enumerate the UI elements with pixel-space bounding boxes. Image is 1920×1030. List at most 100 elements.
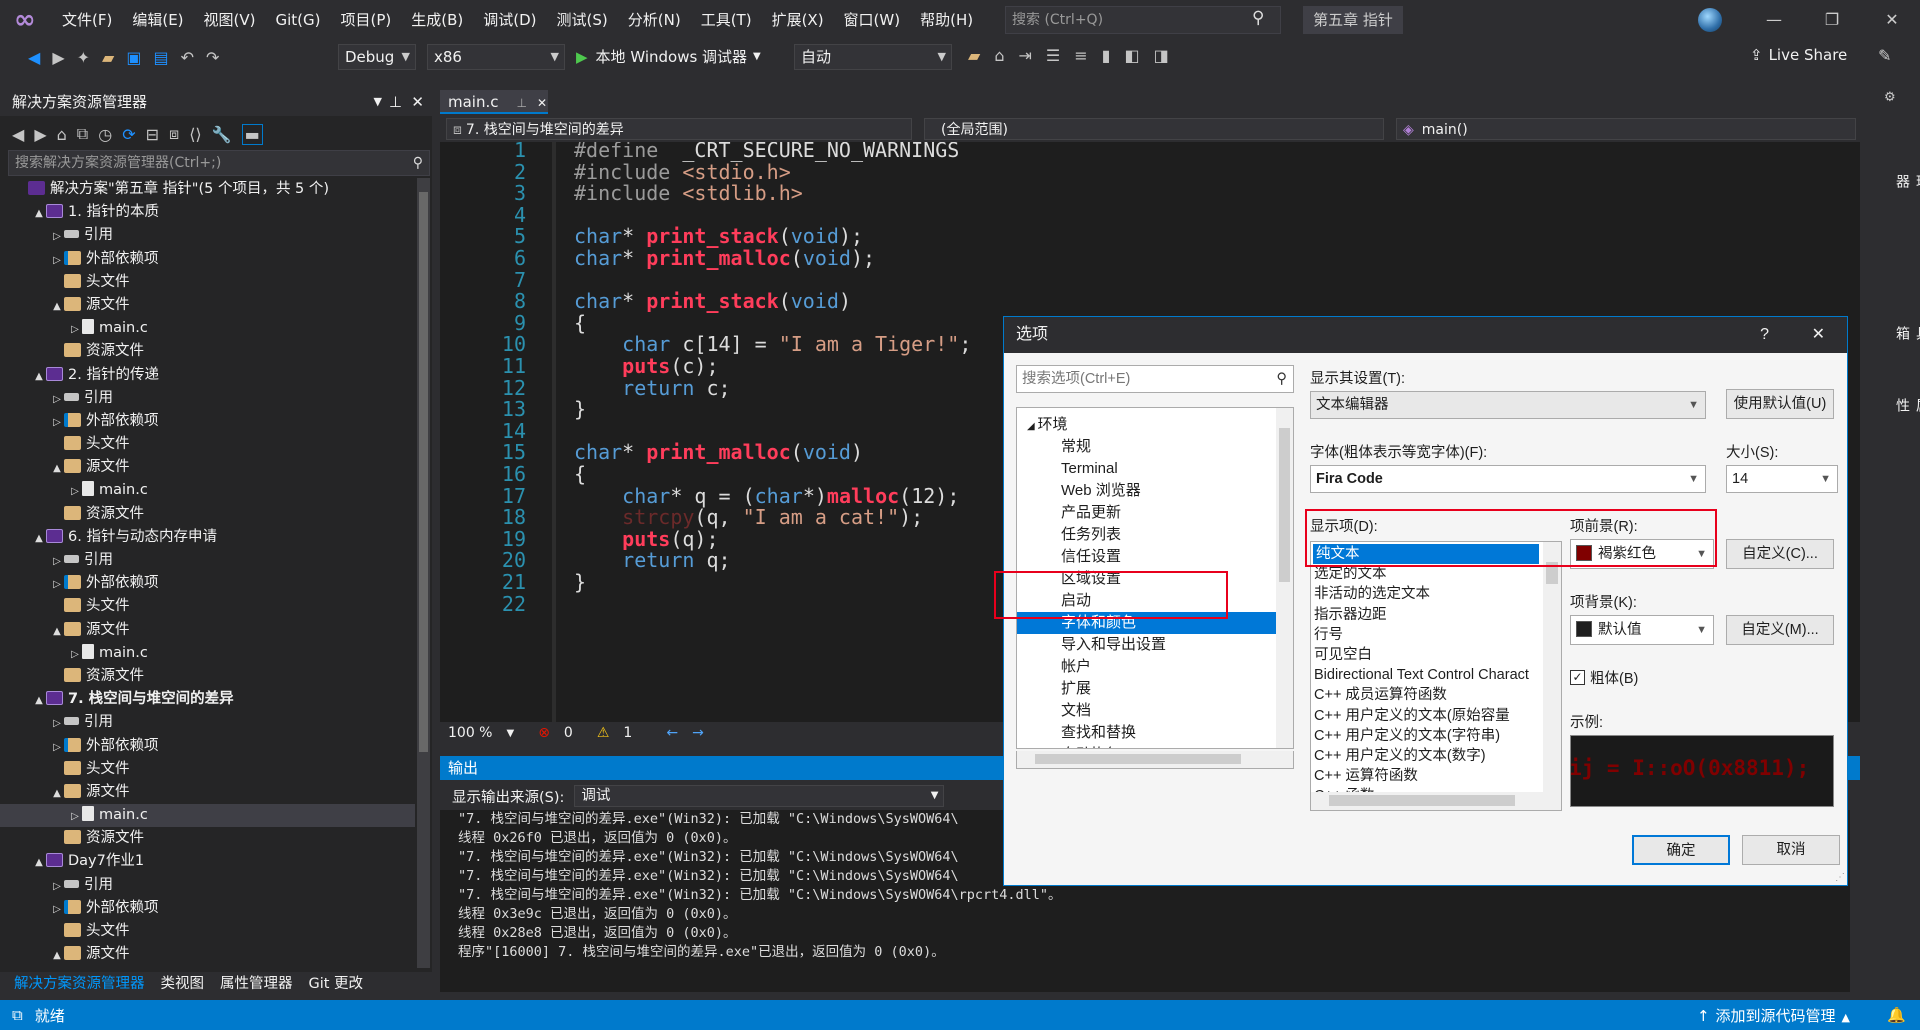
notifications-icon[interactable]: 🔔 [1887, 1006, 1906, 1024]
tree-item[interactable]: 头文件 [0, 920, 415, 943]
bottom-tab[interactable]: 属性管理器 [212, 972, 301, 996]
config-select[interactable]: Debug ▼ [338, 44, 416, 70]
display-item[interactable]: C++ 运算符函数 [1311, 766, 1561, 786]
tree-item[interactable]: ▲ 7. 栈空间与堆空间的差异 [0, 688, 415, 711]
expander-icon[interactable]: ▲ [50, 944, 64, 967]
menu-item[interactable]: 分析(N) [618, 0, 691, 38]
wrench-icon[interactable]: 🔧 [212, 125, 232, 144]
options-tree-item[interactable]: 自动恢复 [1017, 744, 1293, 748]
display-item[interactable]: C++ 用户定义的文本(数字) [1311, 746, 1561, 766]
expander-icon[interactable]: ▷ [68, 805, 82, 828]
options-tree-item[interactable]: 常规 [1017, 436, 1293, 458]
tree-item[interactable]: 解决方案"第五章 指针"(5 个项目，共 5 个) [0, 178, 415, 201]
expander-icon[interactable]: ▷ [68, 480, 82, 503]
tree-item[interactable]: ▲ 源文件 [0, 781, 415, 804]
menu-item[interactable]: 编辑(E) [122, 0, 193, 38]
options-tree-item[interactable]: 信任设置 [1017, 546, 1293, 568]
tree-item[interactable]: 资源文件 [0, 503, 415, 526]
expander-icon[interactable]: ▲ [32, 689, 46, 712]
options-tree-item[interactable]: 任务列表 [1017, 524, 1293, 546]
new-project-icon[interactable]: ✦ [77, 48, 90, 67]
options-search-input[interactable]: 搜索选项(Ctrl+E) ⚲ [1016, 365, 1294, 393]
solution-scrollbar[interactable] [417, 178, 430, 968]
comment-icon[interactable]: ≡ [1074, 46, 1087, 65]
history-icon[interactable]: ◷ [98, 125, 112, 144]
bold-checkbox[interactable]: ✓ 粗体(B) [1570, 667, 1638, 688]
prev-issue-icon[interactable]: ← [666, 725, 678, 741]
expander-icon[interactable]: ▷ [50, 550, 64, 573]
expander-icon[interactable]: ▷ [68, 643, 82, 666]
close-panel-icon[interactable]: ✕ [411, 88, 424, 116]
tree-item[interactable]: 资源文件 [0, 665, 415, 688]
menu-item[interactable]: 生成(B) [401, 0, 473, 38]
tree-item[interactable]: ▷ 引用 [0, 224, 415, 247]
expander-icon[interactable]: ▲ [32, 527, 46, 550]
ok-button[interactable]: 确定 [1632, 835, 1730, 865]
save-all-icon[interactable]: ▤ [153, 48, 168, 67]
expander-icon[interactable]: ▲ [32, 851, 46, 874]
redo-icon[interactable]: ↷ [206, 48, 219, 67]
open-icon[interactable]: ▰ [102, 48, 114, 67]
folder-icon[interactable]: ▰ [968, 46, 980, 65]
display-item[interactable]: 指示器边距 [1311, 605, 1561, 625]
menu-item[interactable]: Git(G) [266, 0, 331, 38]
options-tree-item[interactable]: 文档 [1017, 700, 1293, 722]
source-control-button[interactable]: ↑ 添加到源代码管理 ▲ [1697, 1005, 1850, 1026]
dialog-close-icon[interactable]: ✕ [1812, 317, 1825, 353]
preview-icon[interactable]: ▬ [241, 123, 263, 145]
show-settings-select[interactable]: 文本编辑器 ▼ [1310, 391, 1706, 419]
tree-item[interactable]: ▷ main.c [0, 642, 415, 665]
nav-project-select[interactable]: ⧈ 7. 栈空间与堆空间的差异 [446, 118, 912, 140]
bookmark-prev-icon[interactable]: ◧ [1124, 46, 1139, 65]
sync-icon[interactable]: ⟳ [122, 125, 135, 144]
expander-icon[interactable]: ▷ [68, 318, 82, 341]
camera-icon[interactable]: ⌂ [994, 46, 1004, 65]
tree-item[interactable]: 头文件 [0, 595, 415, 618]
expander-icon[interactable]: ▷ [50, 388, 64, 411]
right-strip-tab[interactable]: 服务器资源管理器 [1892, 174, 1920, 188]
expander-icon[interactable]: ▷ [50, 573, 64, 596]
close-icon[interactable]: ✕ [1880, 8, 1904, 32]
options-tree-hscroll[interactable] [1016, 751, 1294, 769]
expander-icon[interactable]: ▲ [50, 620, 64, 643]
options-tree-item[interactable]: 帐户 [1017, 656, 1293, 678]
tree-item[interactable]: ▷ 引用 [0, 549, 415, 572]
tree-item[interactable]: ▷ main.c [0, 317, 415, 340]
expander-icon[interactable]: ▲ [32, 202, 46, 225]
error-count[interactable]: 0 [564, 725, 573, 741]
menu-item[interactable]: 测试(S) [547, 0, 618, 38]
menu-item[interactable]: 项目(P) [331, 0, 402, 38]
bottom-tab[interactable]: 解决方案资源管理器 [6, 972, 153, 996]
expander-icon[interactable]: ▲ [32, 365, 46, 388]
tree-item[interactable]: ▷ 外部依赖项 [0, 410, 415, 433]
run-button[interactable]: ▶ 本地 Windows 调试器 ▼ [576, 46, 761, 67]
display-item[interactable]: C++ 用户定义的文本(原始容量 [1311, 706, 1561, 726]
format-icon[interactable]: ☰ [1046, 46, 1060, 65]
tree-item[interactable]: ▲ 2. 指针的传递 [0, 364, 415, 387]
warning-count[interactable]: 1 [623, 725, 632, 741]
output-source-select[interactable]: 调试 ▼ [574, 785, 945, 807]
custom-fg-button[interactable]: 自定义(C)... [1726, 539, 1834, 569]
solution-search-input[interactable]: 搜索解决方案资源管理器(Ctrl+;) ⚲ [8, 150, 430, 176]
tree-item[interactable]: ▷ 外部依赖项 [0, 897, 415, 920]
tree-item[interactable]: 头文件 [0, 433, 415, 456]
size-select[interactable]: 14 ▼ [1726, 465, 1838, 493]
save-icon[interactable]: ▣ [126, 48, 141, 67]
menu-item[interactable]: 文件(F) [52, 0, 122, 38]
menu-item[interactable]: 扩展(X) [762, 0, 834, 38]
nav-member-select[interactable]: ◈ main() [1396, 118, 1856, 140]
options-tree-item[interactable]: ◢ 环境 [1017, 414, 1293, 436]
tree-item[interactable]: ▷ 外部依赖项 [0, 735, 415, 758]
tree-item[interactable]: 头文件 [0, 758, 415, 781]
platform-select[interactable]: x86 ▼ [427, 44, 565, 70]
tree-item[interactable]: ▷ 引用 [0, 387, 415, 410]
expander-icon[interactable]: ▷ [50, 898, 64, 921]
help-icon[interactable]: ? [1760, 317, 1769, 353]
cancel-button[interactable]: 取消 [1742, 835, 1840, 865]
auto-select[interactable]: 自动 ▼ [794, 44, 952, 70]
display-items-hscroll[interactable] [1311, 792, 1561, 810]
display-item[interactable]: C++ 用户定义的文本(字符串) [1311, 726, 1561, 746]
display-item[interactable]: 非活动的选定文本 [1311, 584, 1561, 604]
tree-item[interactable]: ▷ main.c [0, 804, 415, 828]
options-tree-item[interactable]: 查找和替换 [1017, 722, 1293, 744]
